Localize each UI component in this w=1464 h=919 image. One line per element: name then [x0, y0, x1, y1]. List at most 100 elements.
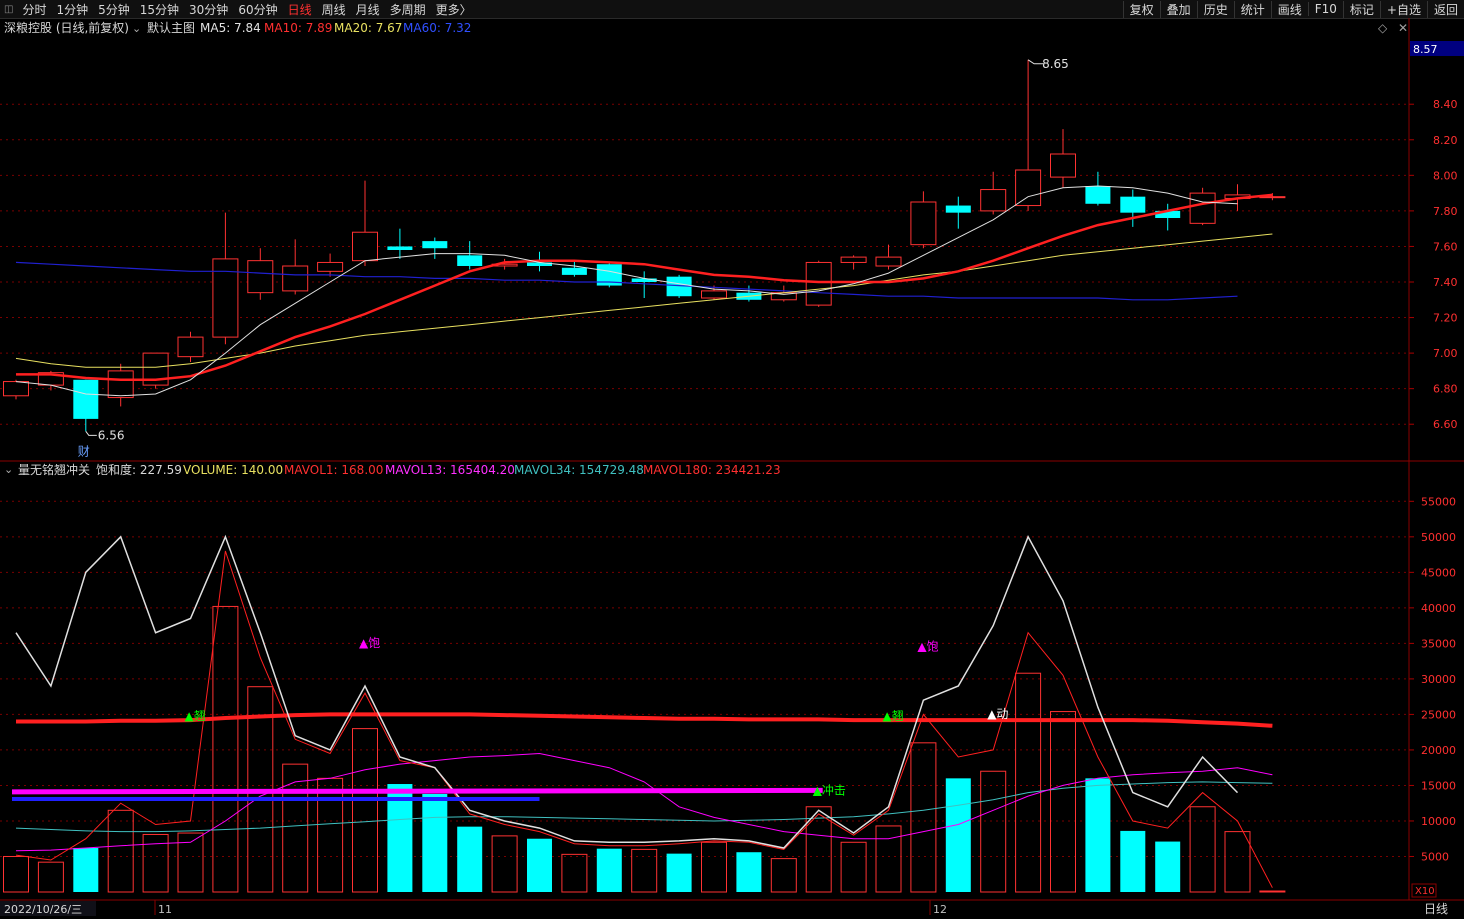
volume-bar-down	[73, 847, 99, 892]
volume-bar-down	[596, 848, 622, 892]
ma10-legend: MA10: 7.89	[264, 21, 332, 35]
candle-body-down	[457, 255, 483, 266]
collapse-icon[interactable]: ◫	[0, 4, 17, 15]
signal-marker: ▲冲击	[813, 783, 846, 798]
period-tab-4[interactable]: 30分钟	[184, 1, 233, 18]
volume-tick-label: 45000	[1421, 566, 1456, 579]
period-toolbar: ◫ 分时 1分钟 5分钟 15分钟 30分钟 60分钟 日线 周线 月线 多周期 更多〉 复权 叠加历…	[0, 0, 1464, 19]
candle-body-up	[177, 336, 204, 358]
period-tab-7[interactable]: 周线	[317, 1, 351, 18]
price-tick-label: 7.00	[1433, 347, 1458, 360]
volume-bar-up	[282, 763, 309, 893]
volume-bar-up	[561, 853, 588, 893]
volume-bar-up	[840, 841, 867, 893]
saturation-legend: 饱和度: 227.59	[96, 462, 182, 477]
candle-body-up	[1015, 169, 1042, 207]
candle-body-up	[701, 290, 727, 299]
stock-chart[interactable]: 深粮控股 (日线,前复权) ⌄ 默认主图 MA5: 7.84 MA10: 7.8…	[0, 18, 1464, 919]
diamond-icon[interactable]: ◇	[1378, 21, 1388, 35]
toolbar-right-buttons: 复权 叠加 历史 统计 画线 F10 标记 +自选 返回	[1122, 0, 1464, 18]
candle-body-down	[945, 205, 971, 213]
volume-bar-up	[352, 728, 378, 893]
volume-bar-up	[107, 809, 134, 893]
candle-body-up	[317, 261, 344, 272]
volume-bar-down	[736, 852, 762, 892]
scale-label: X10	[1415, 886, 1435, 897]
period-tab-5[interactable]: 60分钟	[233, 1, 282, 18]
volume-legend: VOLUME: 140.00	[183, 463, 283, 477]
ma5-legend: MA5: 7.84	[200, 21, 261, 35]
volume-bar-up	[1224, 831, 1251, 893]
volume-grid	[0, 500, 1409, 857]
candle-body-down	[1085, 186, 1111, 204]
candle-body-down	[387, 246, 413, 250]
price-tick-label: 6.60	[1433, 418, 1458, 431]
toolbar-button-5[interactable]: F10	[1307, 2, 1343, 16]
volume-bar-up	[770, 858, 797, 893]
toolbar-button-6[interactable]: 标记	[1342, 0, 1380, 18]
period-label: 日线	[1424, 902, 1448, 916]
period-tab-8[interactable]: 月线	[351, 1, 385, 18]
volume-bar-up	[317, 777, 344, 893]
high-value-label: 8.65	[1042, 57, 1069, 71]
volume-bar-up	[1050, 711, 1076, 893]
candle-body-down	[1120, 196, 1146, 213]
toolbar-button-1[interactable]: 叠加	[1159, 0, 1197, 18]
price-axis: 6.60 6.80 7.00 7.20 7.40 7.60 7.80 8.00 8.20 8.40	[1409, 98, 1458, 431]
volume-bar-up	[701, 841, 727, 893]
period-tab-2[interactable]: 5分钟	[93, 1, 135, 18]
close-icon[interactable]: ✕	[1398, 21, 1408, 35]
indicator-name[interactable]: 量无铭翘冲关	[18, 462, 90, 477]
signal-marker: ▲饱	[359, 635, 380, 650]
chevron-down-icon[interactable]: ⌄	[132, 22, 141, 35]
period-tab-10[interactable]: 更多〉	[431, 1, 477, 18]
price-tick-label: 7.60	[1433, 240, 1458, 253]
toolbar-button-0[interactable]: 复权	[1122, 0, 1160, 18]
volume-bar-up	[491, 835, 518, 893]
period-tab-6[interactable]: 日线	[283, 1, 317, 18]
toolbar-button-4[interactable]: 画线	[1270, 0, 1308, 18]
candle-body-up	[980, 189, 1007, 212]
candle-body-up	[1189, 192, 1216, 224]
last-price-value: 8.57	[1413, 43, 1438, 56]
cursor-date: 2022/10/26/三	[4, 903, 82, 916]
volume-tick-label: 10000	[1421, 815, 1456, 828]
layout-name[interactable]: 默认主图	[147, 20, 195, 35]
price-tick-label: 6.80	[1433, 383, 1458, 396]
period-tab-9[interactable]: 多周期	[385, 1, 431, 18]
chevron-down-icon[interactable]: ⌄	[4, 463, 13, 476]
volume-tick-label: 20000	[1421, 744, 1456, 757]
low-value-label: 6.56	[98, 428, 125, 442]
price-tick-label: 7.40	[1433, 276, 1458, 289]
volume-bar-down	[1085, 778, 1111, 892]
magenta-band-line	[11, 787, 823, 795]
candle-body-up	[212, 258, 239, 338]
toolbar-button-8[interactable]: 返回	[1426, 0, 1464, 18]
toolbar-button-2[interactable]: 历史	[1196, 0, 1234, 18]
ma20-legend: MA20: 7.67	[334, 21, 402, 35]
mavol1-legend: MAVOL1: 168.00	[284, 463, 383, 477]
toolbar-button-3[interactable]: 统计	[1233, 0, 1271, 18]
price-tick-label: 7.80	[1433, 205, 1458, 218]
ma60-line	[15, 261, 1238, 301]
mavol180-legend: MAVOL180: 234421.23	[643, 463, 781, 477]
volume-bars	[3, 605, 1286, 893]
volume-bar-down	[1120, 830, 1146, 892]
candle-body-down	[73, 379, 99, 419]
period-tab-0[interactable]: 分时	[17, 1, 51, 18]
price-tick-label: 8.40	[1433, 98, 1458, 111]
volume-bar-up	[1015, 672, 1042, 893]
signal-marker: ▲饱	[917, 638, 938, 653]
mavol34-legend: MAVOL34: 154729.48	[514, 463, 644, 477]
candle-body-down	[561, 267, 587, 275]
candle-body-up	[3, 381, 29, 397]
volume-axis: 5000 10000 15000 20000 25000 30000 35000 40000 4…	[1409, 495, 1456, 863]
volume-tick-label: 40000	[1421, 602, 1456, 615]
period-tab-1[interactable]: 1分钟	[51, 1, 93, 18]
price-tick-label: 8.20	[1433, 134, 1458, 147]
volume-tick-label: 15000	[1421, 779, 1456, 792]
volume-bar-down	[666, 853, 692, 892]
toolbar-button-7[interactable]: +自选	[1379, 0, 1427, 18]
candle-body-up	[107, 370, 134, 399]
period-tab-3[interactable]: 15分钟	[135, 1, 184, 18]
